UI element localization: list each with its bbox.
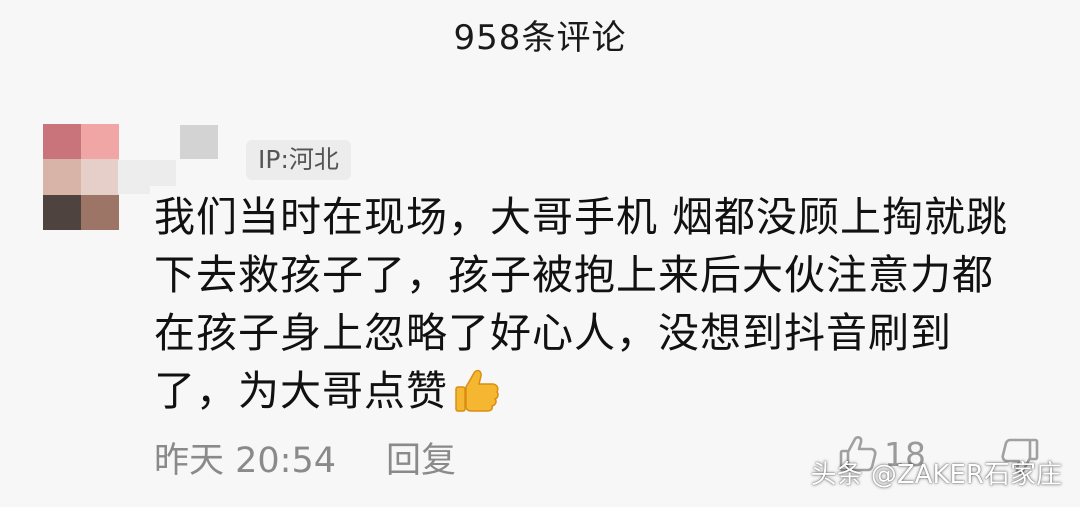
avatar-pixel xyxy=(43,194,81,230)
avatar-pixel xyxy=(81,194,119,230)
ip-location-badge: IP:河北 xyxy=(246,140,351,180)
comment-text-line: 了，为大哥点赞 xyxy=(154,367,448,415)
comments-count-title: 958条评论 xyxy=(453,18,627,58)
avatar-pixel xyxy=(81,159,119,195)
comment-text: 我们当时在现场，大哥手机 烟都没顾上掏就跳 下去救孩子了，孩子被抱上来后大伙注意… xyxy=(154,188,1054,420)
comment-text-line: 我们当时在现场，大哥手机 烟都没顾上掏就跳 xyxy=(154,193,1009,241)
comment-timestamp: 昨天 20:54 xyxy=(154,441,336,481)
reply-button[interactable]: 回复 xyxy=(386,432,456,483)
avatar-pixel xyxy=(43,159,81,195)
avatar-pixel xyxy=(43,124,81,160)
watermark: 头条 @ZAKER石家庄 xyxy=(810,460,1062,490)
thumbs-up-emoji-icon xyxy=(455,369,499,412)
avatar-pixel xyxy=(81,124,119,160)
username-blur[interactable] xyxy=(180,125,218,159)
comment-text-line: 在孩子身上忽略了好心人，没想到抖音刷到 xyxy=(154,309,952,357)
comment-text-line-last: 了，为大哥点赞 xyxy=(154,362,1054,420)
avatar[interactable] xyxy=(43,124,119,230)
comment-text-line: 下去救孩子了，孩子被抱上来后大伙注意力都 xyxy=(154,251,994,299)
username-blur xyxy=(150,160,176,186)
username-blur xyxy=(118,160,150,194)
